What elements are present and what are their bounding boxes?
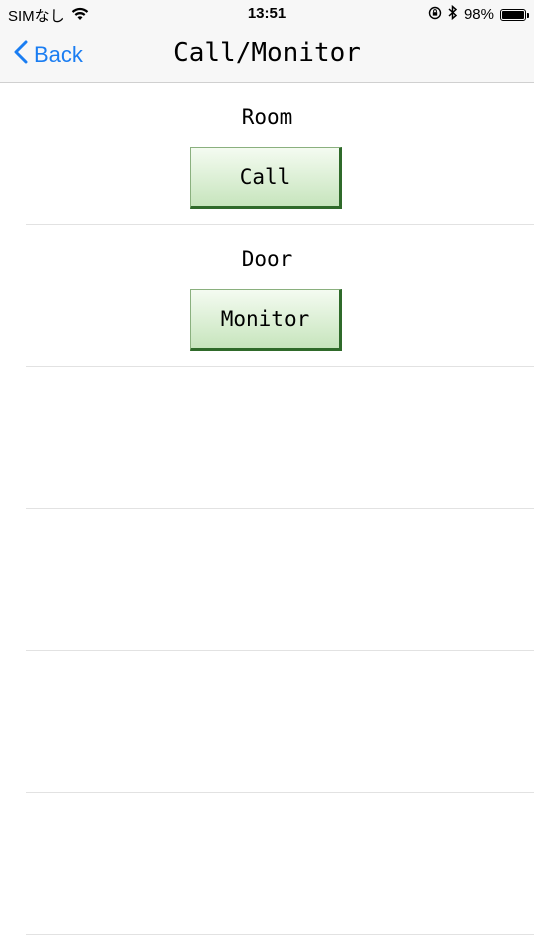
list-item <box>26 651 534 793</box>
list-item-door: Door Monitor <box>26 225 534 367</box>
call-monitor-list: Room Call Door Monitor <box>0 83 534 935</box>
battery-percent: 98% <box>463 6 494 23</box>
list-item <box>26 509 534 651</box>
list-item <box>26 367 534 509</box>
battery-icon <box>500 8 529 21</box>
monitor-button[interactable]: Monitor <box>190 289 342 351</box>
status-bar: SIMなし 13:51 98% <box>0 0 534 28</box>
list-item <box>26 793 534 935</box>
call-button[interactable]: Call <box>190 147 342 209</box>
room-label: Room <box>241 105 293 129</box>
status-right: 98% <box>428 4 529 24</box>
battery-fill <box>502 10 524 19</box>
navigation-bar: Back Call/Monitor <box>0 28 534 83</box>
door-label: Door <box>241 247 293 271</box>
list-item-room: Room Call <box>26 83 534 225</box>
bluetooth-icon <box>448 4 458 24</box>
orientation-lock-icon <box>428 6 442 24</box>
page-title: Call/Monitor <box>173 38 361 68</box>
